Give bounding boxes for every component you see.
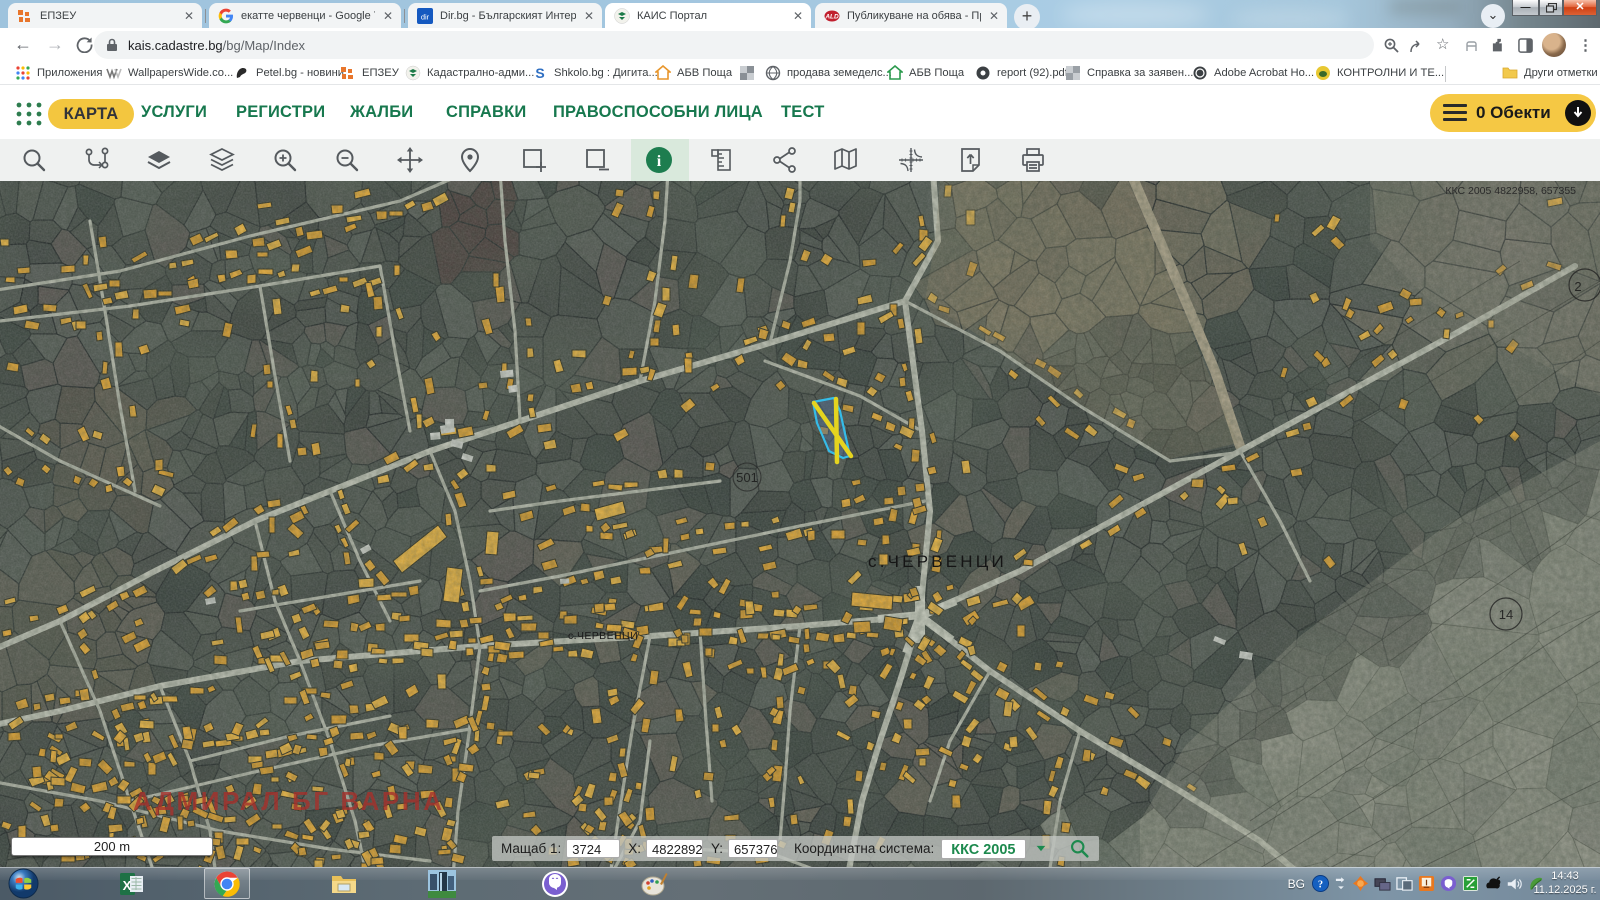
svg-text:с.ЧЕРВЕНЦИ: с.ЧЕРВЕНЦИ xyxy=(868,552,1007,571)
svg-text:с.ЧЕРВЕНЦИ: с.ЧЕРВЕНЦИ xyxy=(568,630,638,642)
svg-text:АДМИРАЛ БГ ВАРНА: АДМИРАЛ БГ ВАРНА xyxy=(133,786,445,816)
svg-text:dir: dir xyxy=(421,12,430,21)
svg-text:ALD: ALD xyxy=(824,13,839,20)
svg-text:2: 2 xyxy=(1574,279,1581,294)
svg-text:501: 501 xyxy=(736,470,758,485)
svg-text:14: 14 xyxy=(1499,607,1513,622)
svg-text:S: S xyxy=(535,65,544,81)
svg-text:i: i xyxy=(657,153,662,170)
svg-text:ККС 2005 4822958, 657355: ККС 2005 4822958, 657355 xyxy=(1445,185,1576,197)
svg-text:X: X xyxy=(123,878,132,893)
svg-text:?: ? xyxy=(1318,879,1323,890)
